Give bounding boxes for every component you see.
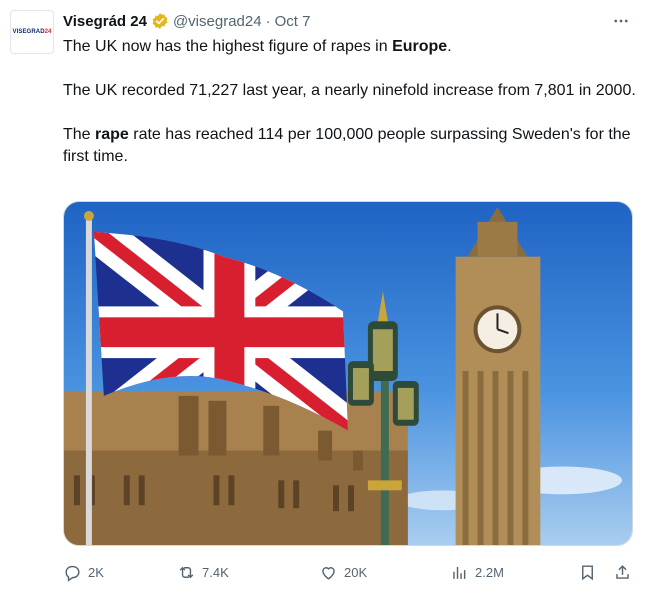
tweet-photo[interactable]	[63, 201, 633, 546]
photo-union-jack-big-ben	[64, 202, 632, 545]
tweet-paragraph-3: The rape rate has reached 114 per 100,00…	[63, 126, 631, 165]
handle[interactable]: @visegrad24	[173, 13, 262, 30]
tweet[interactable]: VISEGRAD24 Visegrád 24 @visegrad24 · Oct…	[0, 0, 650, 593]
timestamp[interactable]: Oct 7	[275, 13, 311, 30]
tweet-paragraph-1: The UK now has the highest figure of rap…	[63, 38, 452, 55]
like-button[interactable]: 20K	[319, 560, 367, 584]
separator-dot: ·	[265, 12, 271, 30]
views-button[interactable]: 2.2M	[450, 560, 504, 584]
bookmark-icon	[582, 564, 593, 580]
views-icon	[453, 566, 466, 579]
repost-icon	[179, 566, 194, 578]
verified-badge-icon	[152, 13, 168, 29]
repost-button[interactable]: 7.4K	[177, 560, 229, 584]
like-icon	[322, 566, 335, 580]
tweet-text: The UK now has the highest figure of rap…	[63, 36, 638, 168]
tweet-header: Visegrád 24 @visegrad24 · Oct 7	[63, 10, 310, 32]
reply-icon	[65, 565, 80, 582]
share-button[interactable]	[613, 560, 632, 584]
visegrad24-logo: VISEGRAD24	[12, 29, 52, 35]
bookmark-button[interactable]	[578, 560, 597, 584]
views-count: 2.2M	[475, 564, 504, 580]
reply-count: 2K	[88, 564, 104, 580]
share-icon	[616, 564, 629, 579]
avatar[interactable]: VISEGRAD24	[10, 10, 54, 54]
tweet-paragraph-2: The UK recorded 71,227 last year, a near…	[63, 82, 636, 99]
repost-count: 7.4K	[202, 564, 229, 580]
like-count: 20K	[344, 564, 368, 580]
tweet-actions: 2K 7.4K 20K 2.2M	[63, 560, 638, 584]
display-name[interactable]: Visegrád 24	[63, 13, 147, 30]
reply-button[interactable]: 2K	[63, 560, 104, 584]
more-horizontal-icon[interactable]	[610, 10, 632, 32]
